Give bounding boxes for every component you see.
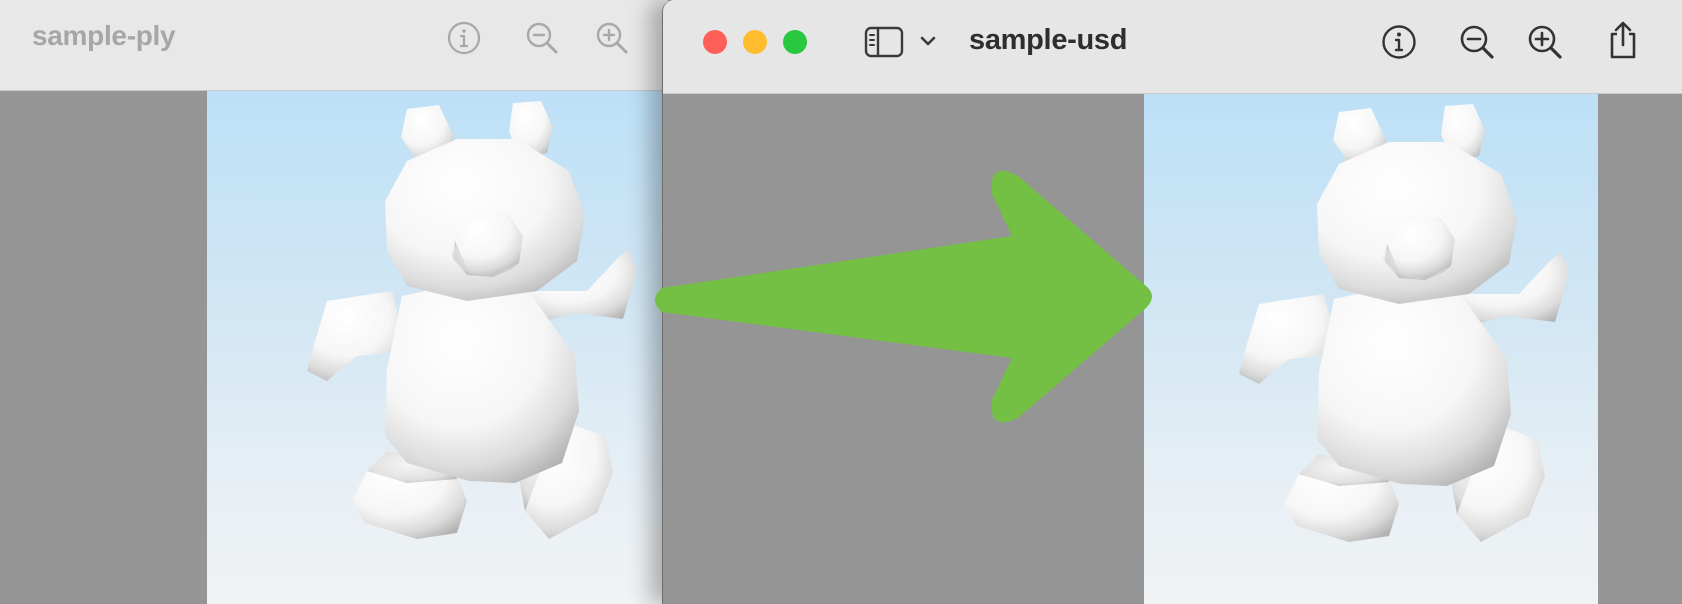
info-icon [1382, 25, 1416, 59]
zoom-out-icon [1460, 25, 1494, 59]
info-button[interactable] [1379, 22, 1419, 62]
model-viewport[interactable] [207, 91, 668, 604]
window-title: sample-usd [969, 24, 1128, 56]
zoom-out-button[interactable] [524, 20, 560, 56]
info-button[interactable] [446, 20, 482, 56]
window-toolbar: sample-usd [663, 0, 1682, 94]
zoom-in-button[interactable] [1525, 22, 1565, 62]
minimize-button[interactable] [743, 30, 767, 54]
sidebar-icon [864, 26, 904, 58]
model-canvas[interactable] [0, 91, 668, 604]
model-viewport[interactable] [1144, 94, 1598, 604]
window-sample-ply: sample-ply [0, 0, 668, 604]
zoom-out-icon [526, 22, 558, 54]
sidebar-toggle-button[interactable] [863, 22, 905, 62]
sidebar-options-button[interactable] [917, 30, 939, 52]
close-button[interactable] [703, 30, 727, 54]
window-toolbar: sample-ply [0, 0, 668, 91]
zoom-in-icon [596, 22, 628, 54]
info-icon [447, 21, 481, 55]
share-button[interactable] [1603, 18, 1643, 62]
chevron-down-icon [920, 36, 936, 46]
conversion-arrow [655, 170, 1152, 423]
zoom-window-button[interactable] [783, 30, 807, 54]
zoom-out-button[interactable] [1457, 22, 1497, 62]
teddy-bear-model [307, 101, 637, 539]
window-title: sample-ply [32, 20, 176, 51]
zoom-in-icon [1528, 25, 1562, 59]
zoom-in-button[interactable] [594, 20, 630, 56]
share-icon [1610, 21, 1636, 59]
teddy-bear-model [1239, 104, 1569, 542]
